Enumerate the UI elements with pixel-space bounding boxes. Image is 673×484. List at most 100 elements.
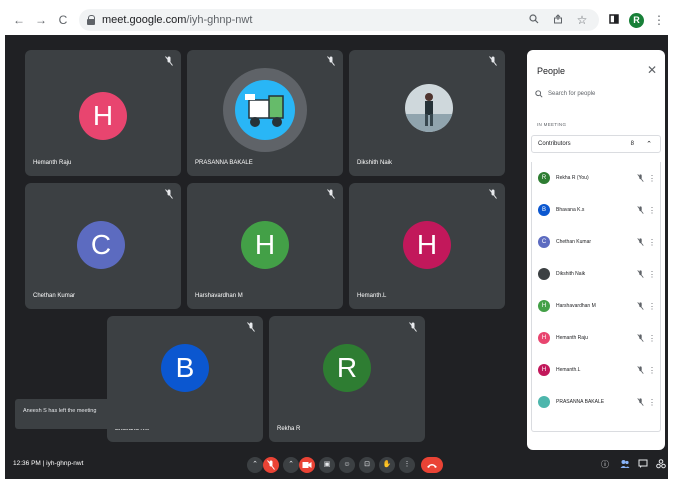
search-people-input[interactable]: Search for people (535, 85, 657, 103)
address-bar[interactable]: meet.google.com/iyh-ghnp-nwt ☆ (79, 9, 599, 31)
video-tile[interactable]: R Rekha R (269, 316, 425, 442)
captions-button[interactable]: ▣ (319, 457, 335, 473)
profile-avatar[interactable]: R (629, 12, 644, 28)
camera-options-icon[interactable]: ⌃ (283, 457, 299, 473)
people-icon[interactable] (619, 459, 631, 471)
lock-icon (87, 15, 96, 25)
more-options-button[interactable]: ⋮ (399, 457, 415, 473)
people-glyph (620, 460, 630, 468)
camera-off-button[interactable] (299, 457, 315, 473)
back-button[interactable]: ← (11, 12, 27, 28)
participant-row[interactable]: B Bhavana K.s ⋮ (538, 200, 658, 220)
video-tile[interactable]: H Hemanth Raju (25, 50, 181, 176)
close-icon[interactable]: ✕ (647, 63, 657, 77)
mic-off-icon (637, 334, 644, 342)
video-tile[interactable]: PRASANNA BAKALE (187, 50, 343, 176)
raise-hand-button[interactable]: ✋ (379, 457, 395, 473)
mic-options-icon[interactable]: ⌃ (247, 457, 263, 473)
contributors-group[interactable]: Contributors 8 ⌃ (531, 135, 661, 153)
participant-avatar: H (241, 221, 289, 269)
search-icon (535, 90, 543, 98)
participant-avatar (538, 268, 550, 280)
chevron-up-icon[interactable]: ⌃ (646, 140, 652, 148)
bookmark-star-icon[interactable]: ☆ (573, 11, 591, 29)
participant-name: Harshavardhan M (556, 303, 596, 309)
video-tile[interactable]: C Chethan Kumar (25, 183, 181, 309)
participant-avatar: H (79, 92, 127, 140)
group-label: Contributors (538, 141, 571, 147)
participant-row[interactable]: C Chethan Kumar ⋮ (538, 232, 658, 252)
mic-off-icon (327, 189, 335, 199)
mic-off-icon (165, 56, 173, 66)
mic-off-icon (637, 206, 644, 214)
more-options-icon[interactable]: ⋮ (648, 238, 656, 247)
profile-picture (223, 68, 307, 152)
participant-row[interactable]: PRASANNA BAKALE ⋮ (538, 392, 658, 412)
more-options-icon[interactable]: ⋮ (648, 270, 656, 279)
emoji-button[interactable]: ☺ (339, 457, 355, 473)
more-options-icon[interactable]: ⋮ (648, 302, 656, 311)
leave-call-button[interactable] (421, 457, 443, 473)
reload-button[interactable]: C (55, 12, 71, 28)
mic-off-icon (327, 56, 335, 66)
participant-name: Chethan Kumar (33, 293, 76, 299)
current-time: 12:36 PM (13, 460, 41, 467)
video-tile[interactable]: Dikshith Naik (349, 50, 505, 176)
participant-row[interactable]: H Hemanth.L ⋮ (538, 360, 658, 380)
forward-button[interactable]: → (33, 12, 49, 28)
participant-name: Hemanth Raju (33, 160, 72, 166)
mic-off-icon (637, 366, 644, 374)
mic-off-icon (409, 322, 417, 332)
meeting-code: iyh-ghnp-nwt (46, 460, 84, 467)
participant-row[interactable]: R Rekha R (You) ⋮ (538, 168, 658, 188)
chat-icon[interactable] (637, 459, 649, 471)
mic-off-icon (489, 189, 497, 199)
participant-avatar: H (538, 300, 550, 312)
present-button[interactable]: ⊡ (359, 457, 375, 473)
participant-avatar: H (403, 221, 451, 269)
browser-menu-icon[interactable]: ⋮ (650, 11, 668, 29)
more-options-icon[interactable]: ⋮ (648, 334, 656, 343)
camera-off-icon (302, 462, 312, 468)
mic-off-icon (247, 322, 255, 332)
participant-name: Rekha R (You) (556, 175, 589, 181)
url-host: meet.google.com (102, 14, 187, 26)
more-options-icon[interactable]: ⋮ (648, 206, 656, 215)
participant-row[interactable]: H Harshavardhan M ⋮ (538, 296, 658, 316)
mic-off-icon (489, 56, 497, 66)
group-count: 8 (630, 141, 634, 147)
section-label: IN MEETING (537, 122, 567, 127)
address-bar-actions: ☆ (519, 11, 591, 29)
participant-name: Dikshith Naik (357, 160, 393, 166)
profile-photo (405, 84, 453, 132)
participant-name: Hemanth Raju (556, 335, 588, 341)
more-options-icon[interactable]: ⋮ (648, 398, 656, 407)
people-panel: People ✕ Search for people IN MEETING Co… (527, 50, 665, 450)
participant-name: Dikshith Naik (556, 271, 586, 277)
share-icon[interactable] (549, 11, 567, 29)
screen-frame: ← → C meet.google.com/iyh-ghnp-nwt ☆ R ⋮ (5, 5, 668, 479)
participant-row[interactable]: H Hemanth Raju ⋮ (538, 328, 658, 348)
activities-icon[interactable] (655, 459, 667, 471)
url-path: /iyh-ghnp-nwt (186, 14, 253, 26)
mic-off-button[interactable] (263, 457, 279, 473)
meeting-info: 12:36 PM | iyh-ghnp-nwt (13, 460, 83, 467)
zoom-icon[interactable] (525, 11, 543, 29)
participant-avatar: H (538, 364, 550, 376)
video-tile[interactable]: H Harshavardhan M (187, 183, 343, 309)
panel-title: People (537, 66, 566, 76)
more-options-icon[interactable]: ⋮ (648, 366, 656, 375)
chat-glyph (638, 459, 648, 468)
participant-avatar: H (538, 332, 550, 344)
activities-glyph (656, 459, 666, 469)
participant-avatar: B (538, 204, 550, 216)
side-panel-icon[interactable] (605, 11, 623, 29)
video-tile[interactable]: H Hemanth.L (349, 183, 505, 309)
participant-name: Hemanth.L (556, 367, 581, 373)
mic-off-icon (637, 398, 644, 406)
meeting-details-icon[interactable]: ⓘ (599, 459, 611, 471)
participant-avatar: C (538, 236, 550, 248)
participant-name: PRASANNA BAKALE (556, 399, 605, 405)
participant-row[interactable]: Dikshith Naik ⋮ (538, 264, 658, 284)
more-options-icon[interactable]: ⋮ (648, 174, 656, 183)
